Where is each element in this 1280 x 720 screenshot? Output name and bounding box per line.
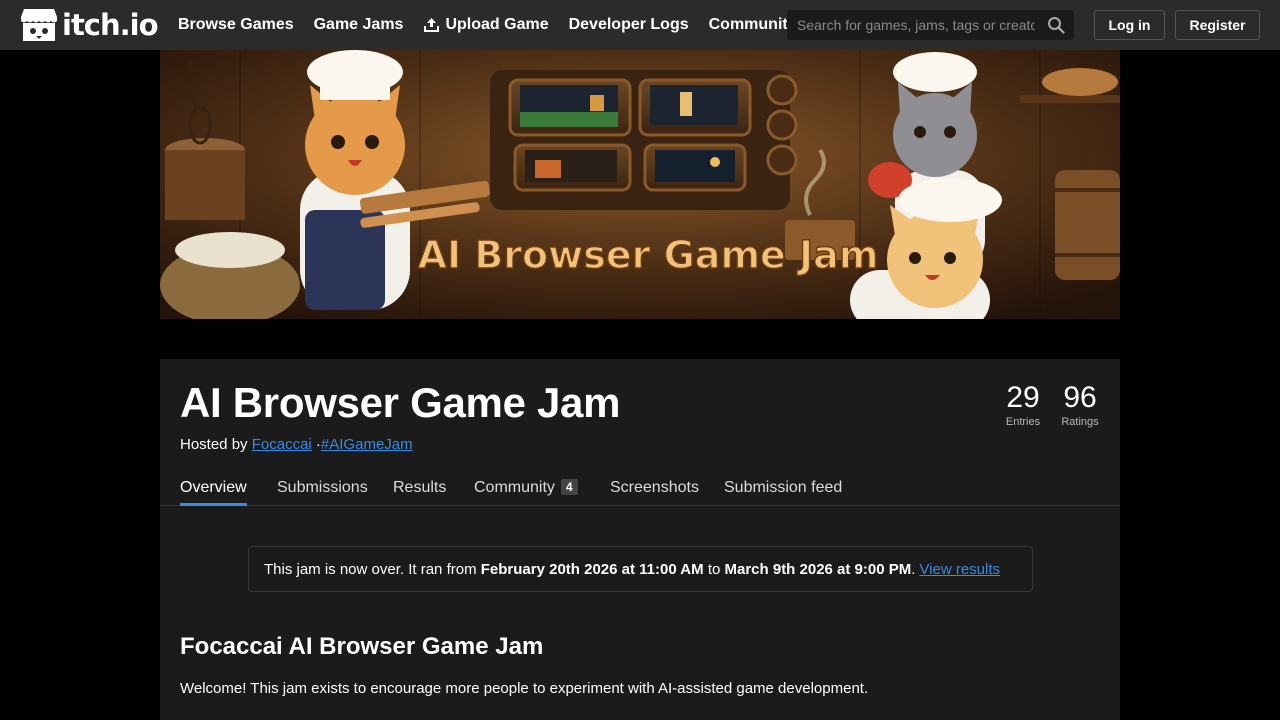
section-title: Focaccai AI Browser Game Jam [180,633,544,660]
view-results-link[interactable]: View results [919,561,1000,578]
nav-game-jams[interactable]: Game Jams [314,16,404,34]
nav-label: Browse Games [178,16,294,33]
banner-illustration: AI Browser Game Jam [160,50,1120,319]
banner-title: AI Browser Game Jam [418,233,879,277]
entries-label: Entries [1005,416,1041,428]
login-button[interactable]: Log in [1094,10,1165,40]
notice-text-3: . [911,560,916,578]
tab-submissions[interactable]: Submissions [277,479,368,506]
search-box [787,10,1074,40]
nav-label: Community [708,16,797,33]
tab-results[interactable]: Results [393,479,446,506]
section-intro-text: Welcome! This jam exists to encourage mo… [180,680,869,697]
hosted-prefix: Hosted by [180,436,248,453]
nav-label: Upload Game [445,16,549,33]
nav-community[interactable]: Community [709,16,797,34]
jam-panel: AI Browser Game Jam Hosted by Focaccai ·… [160,359,1120,720]
entries-count: 29 [1006,381,1040,414]
notice-end-date: March 9th 2026 at 9:00 PM [724,560,912,578]
hashtag-link[interactable]: #AIGameJam [321,436,413,453]
ratings-count: 96 [1063,381,1097,414]
itchio-logo-icon [21,9,57,41]
upload-icon [424,18,440,32]
jam-over-notice: This jam is now over. It ran from Februa… [248,546,1033,592]
tab-submission-feed[interactable]: Submission feed [724,479,842,506]
nav-label: Developer Logs [568,16,689,33]
search-input[interactable] [787,17,1035,33]
ratings-label: Ratings [1061,416,1099,428]
logo-text: itch.io [62,8,159,42]
tab-community-label: Community [474,479,555,496]
host-link[interactable]: Focaccai [252,436,312,453]
nav-browse-games[interactable]: Browse Games [178,16,294,34]
nav-label: Game Jams [313,16,404,33]
stat-ratings: 96 Ratings [1056,381,1104,429]
itchio-logo[interactable]: itch.io [20,7,159,43]
tab-screenshots[interactable]: Screenshots [610,479,699,506]
register-button[interactable]: Register [1175,10,1260,40]
notice-text-2: to [707,560,721,578]
notice-start-date: February 20th 2026 at 11:00 AM [480,560,704,578]
nav-developer-logs[interactable]: Developer Logs [569,16,689,34]
top-bar: itch.io Browse Games Game Jams Upload Ga… [0,0,1280,50]
notice-text-1: This jam is now over. It ran from [264,560,477,578]
tab-community[interactable]: Community 4 [474,479,578,506]
community-count-badge: 4 [560,479,578,495]
search-icon[interactable] [1047,16,1065,34]
tab-overview[interactable]: Overview [180,479,247,506]
jam-title: AI Browser Game Jam [180,379,621,426]
jam-tabs: Overview Submissions Results Community 4 … [160,475,1120,506]
jam-banner: AI Browser Game Jam [160,50,1120,319]
nav-upload-game[interactable]: Upload Game [423,16,549,34]
hosted-by: Hosted by Focaccai ·#AIGameJam [180,436,413,453]
main-nav: Browse Games Game Jams Upload Game Devel… [178,0,797,50]
stat-entries: 29 Entries [998,381,1048,429]
